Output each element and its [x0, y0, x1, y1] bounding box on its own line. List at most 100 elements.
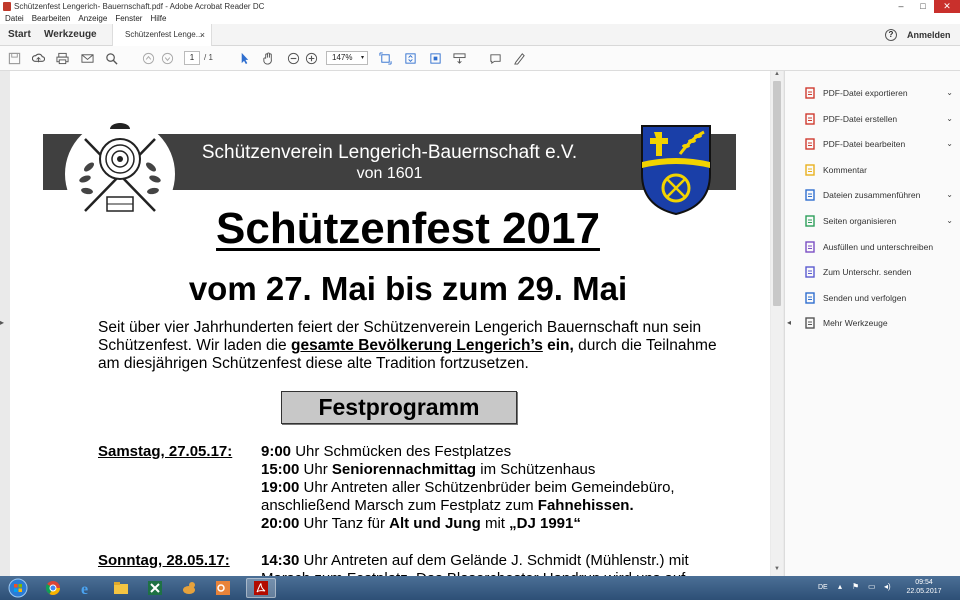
system-clock[interactable]: 09:54 22.05.2017	[906, 578, 942, 596]
upload-cloud-icon[interactable]	[31, 51, 46, 66]
save-icon[interactable]	[7, 51, 22, 66]
menu-bearbeiten[interactable]: Bearbeiten	[32, 13, 71, 24]
saturday-events: 9:00 Uhr Schmücken des Festplatzes 15:00…	[261, 443, 741, 533]
tool-item-send-signature[interactable]: Zum Unterschr. senden	[803, 263, 953, 281]
window-controls: – □ ✕	[890, 0, 960, 13]
menu-datei[interactable]: Datei	[5, 13, 24, 24]
chevron-down-icon[interactable]: ⌄	[946, 110, 953, 128]
tool-item-label: Senden und verfolgen	[823, 292, 907, 303]
outlook-taskbar-icon[interactable]	[208, 578, 238, 598]
internet-explorer-taskbar-icon[interactable]: e	[72, 578, 102, 598]
event-dates: vom 27. Mai bis zum 29. Mai	[188, 270, 628, 307]
intro-bold: ein,	[542, 337, 574, 354]
search-icon[interactable]	[104, 51, 119, 66]
windows-start-button[interactable]	[3, 577, 33, 599]
chevron-down-icon[interactable]: ⌄	[946, 135, 953, 153]
file-explorer-taskbar-icon[interactable]	[106, 578, 136, 598]
organize-pages-icon	[804, 215, 816, 227]
tool-item-fill-sign[interactable]: Ausfüllen und unterschreiben	[803, 238, 953, 256]
monitor-icon[interactable]: ▭	[868, 582, 876, 591]
acrobat-app-icon	[3, 2, 11, 11]
zoom-out-icon[interactable]	[286, 51, 301, 66]
fit-page-icon[interactable]	[378, 51, 393, 66]
close-tab-icon[interactable]: ×	[200, 24, 205, 46]
read-mode-icon[interactable]	[452, 51, 467, 66]
day-label-sunday: Sonntag, 28.05.17:	[98, 552, 230, 569]
event-line: 14:30 Uhr Antreten auf dem Gelände J. Sc…	[261, 552, 741, 576]
chevron-down-icon[interactable]: ⌄	[946, 186, 953, 204]
scroll-up-icon[interactable]: ▲	[771, 71, 783, 81]
scrolling-mode-icon[interactable]	[403, 51, 418, 66]
signin-link[interactable]: Anmelden	[907, 24, 951, 46]
event-title: Schützenfest 2017	[216, 204, 600, 253]
chevron-down-icon[interactable]: ⌄	[946, 84, 953, 102]
tool-item-label: Zum Unterschr. senden	[823, 267, 912, 278]
tab-start[interactable]: Start	[8, 24, 31, 46]
vertical-scrollbar[interactable]: ▲ ▼	[771, 71, 783, 576]
tool-item-label: PDF-Datei erstellen	[823, 113, 898, 124]
excel-taskbar-icon[interactable]	[140, 578, 170, 598]
svg-text:e: e	[81, 581, 88, 596]
program-heading: Festprogramm	[281, 391, 517, 424]
event-time: 15:00	[261, 461, 300, 478]
keyboard-language[interactable]: DE	[818, 584, 828, 591]
tool-item-export-pdf[interactable]: PDF-Datei exportieren ⌄	[803, 84, 953, 102]
email-icon[interactable]	[80, 51, 95, 66]
acrobat-taskbar-icon[interactable]	[246, 578, 276, 598]
event-line: 20:00 Uhr Tanz für Alt und Jung mit „DJ …	[261, 515, 741, 533]
tool-item-comment[interactable]: Kommentar	[803, 161, 953, 179]
tray-chevron-icon[interactable]: ▴	[838, 582, 842, 591]
right-pane-toggle-icon[interactable]: ◂	[787, 318, 791, 327]
tool-item-edit-pdf[interactable]: PDF-Datei bearbeiten ⌄	[803, 135, 953, 153]
previous-page-icon[interactable]	[141, 51, 156, 66]
event-time: 14:30	[261, 552, 300, 569]
tool-item-label: Mehr Werkzeuge	[823, 318, 888, 329]
chevron-down-icon[interactable]: ⌄	[946, 212, 953, 230]
page-number-input[interactable]: 1	[184, 51, 200, 65]
scrollbar-thumb[interactable]	[773, 81, 781, 306]
tool-item-create-pdf[interactable]: PDF-Datei erstellen ⌄	[803, 110, 953, 128]
minimize-button[interactable]: –	[890, 0, 912, 13]
left-pane-toggle-icon[interactable]: ▸	[0, 318, 4, 327]
clock-date: 22.05.2017	[906, 588, 942, 595]
event-bold: Alt und Jung	[389, 515, 481, 532]
tab-document[interactable]: Schützenfest Lenge... ×	[112, 24, 212, 46]
tab-tools[interactable]: Werkzeuge	[44, 24, 97, 46]
tool-item-label: Dateien zusammenführen	[823, 190, 921, 201]
close-window-button[interactable]: ✕	[934, 0, 960, 13]
maximize-button[interactable]: □	[912, 0, 934, 13]
next-page-icon[interactable]	[160, 51, 175, 66]
help-icon[interactable]: ?	[885, 29, 897, 41]
rotate-view-icon[interactable]	[428, 51, 443, 66]
duck-app-taskbar-icon[interactable]	[174, 578, 204, 598]
event-time: 9:00	[261, 443, 292, 460]
tool-item-combine-files[interactable]: Dateien zusammenführen ⌄	[803, 186, 953, 204]
window-title: Schützenfest Lengerich- Bauernschaft.pdf…	[14, 2, 265, 11]
flag-icon[interactable]: ⚑	[852, 582, 859, 591]
hand-tool-icon[interactable]	[261, 51, 276, 66]
menu-hilfe[interactable]: Hilfe	[150, 13, 166, 24]
volume-icon[interactable]: ◂)	[884, 582, 891, 591]
tool-item-send-track[interactable]: Senden und verfolgen	[803, 289, 953, 307]
zoom-level-value: 147%	[332, 53, 353, 62]
send-signature-icon	[804, 266, 816, 278]
tool-item-more-tools[interactable]: Mehr Werkzeuge	[803, 314, 953, 332]
pen-tool-icon[interactable]	[512, 51, 527, 66]
menu-fenster[interactable]: Fenster	[115, 13, 142, 24]
chrome-taskbar-icon[interactable]	[38, 578, 68, 598]
zoom-in-icon[interactable]	[304, 51, 319, 66]
scroll-down-icon[interactable]: ▼	[771, 566, 783, 576]
print-icon[interactable]	[55, 51, 70, 66]
menu-anzeige[interactable]: Anzeige	[78, 13, 107, 24]
chevron-down-icon: ▾	[360, 55, 364, 61]
event-text: Uhr Tanz für	[299, 515, 390, 532]
tool-item-organize-pages[interactable]: Seiten organisieren ⌄	[803, 212, 953, 230]
select-cursor-icon[interactable]	[237, 51, 252, 66]
document-area[interactable]: Schützenverein Lengerich-Bauernschaft e.…	[0, 71, 784, 576]
pdf-page: Schützenverein Lengerich-Bauernschaft e.…	[10, 71, 770, 576]
document-tab-label: Schützenfest Lenge...	[125, 30, 203, 39]
comment-tool-icon[interactable]	[488, 51, 503, 66]
create-pdf-icon	[804, 112, 816, 125]
zoom-level-select[interactable]: 147% ▾	[326, 51, 368, 65]
edit-pdf-icon	[804, 138, 816, 150]
